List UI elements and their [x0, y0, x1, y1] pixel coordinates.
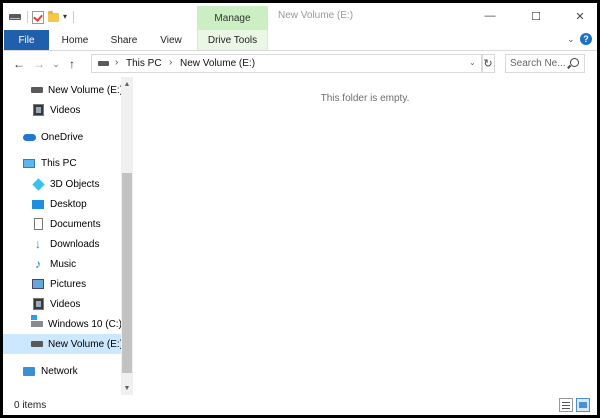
breadcrumb-separator[interactable]: › [115, 57, 118, 68]
help-button[interactable]: ? [580, 33, 592, 45]
nav-item-desktop[interactable]: Desktop [3, 194, 121, 214]
this-pc-icon [22, 156, 36, 170]
address-bar[interactable]: › This PC › New Volume (E:) ⌄ [91, 54, 483, 73]
tab-home[interactable]: Home [53, 30, 97, 50]
nav-item-pictures[interactable]: Pictures [3, 274, 121, 294]
address-dropdown[interactable]: ⌄ [469, 58, 476, 67]
window-title: New Volume (E:) [278, 10, 354, 21]
back-button[interactable]: ← [12, 56, 26, 72]
videos-icon [31, 297, 45, 311]
nav-item-label: New Volume (E:) [48, 338, 124, 350]
nav-item-this-pc[interactable]: This PC [3, 153, 121, 173]
nav-item-downloads[interactable]: ↓ Downloads [3, 234, 121, 254]
maximize-button[interactable]: ☐ [521, 6, 551, 26]
search-icon[interactable] [570, 58, 579, 67]
nav-item-new-volume-e[interactable]: New Volume (E:) [3, 80, 124, 100]
tab-share[interactable]: Share [103, 30, 145, 50]
minimize-button[interactable]: — [475, 6, 505, 26]
quick-access-toolbar: ▾ [9, 10, 75, 24]
tab-file[interactable]: File [4, 30, 49, 50]
nav-item-label: Windows 10 (C:) [48, 318, 122, 330]
forward-button[interactable]: → [32, 56, 46, 72]
downloads-icon: ↓ [35, 237, 41, 251]
scrollbar-thumb[interactable] [122, 173, 132, 373]
nav-item-label: Videos [50, 298, 81, 310]
3d-objects-icon [31, 177, 45, 191]
drive-icon [31, 337, 43, 351]
recent-locations-dropdown[interactable]: ⌄ [49, 56, 63, 72]
videos-icon [31, 103, 45, 117]
drive-icon [9, 14, 21, 20]
nav-item-onedrive[interactable]: OneDrive [3, 127, 121, 147]
tab-drive-tools[interactable]: Drive Tools [197, 30, 268, 50]
nav-item-label: Downloads [50, 238, 100, 250]
close-button[interactable]: ✕ [565, 6, 595, 26]
customize-qat-dropdown[interactable]: ▾ [63, 13, 67, 21]
search-input[interactable] [510, 57, 566, 70]
qat-divider [73, 11, 75, 23]
nav-item-network[interactable]: Network [3, 361, 121, 381]
item-count: 0 items [14, 400, 47, 411]
nav-item-label: Videos [50, 104, 81, 116]
title-bar: ▾ Manage New Volume (E:) — ☐ ✕ [3, 3, 597, 30]
navigation-bar: ← → ⌄ ↑ › This PC › New Volume (E:) ⌄ ↻ [3, 51, 597, 77]
details-view-button[interactable] [559, 398, 573, 412]
scroll-down-button[interactable]: ▼ [121, 381, 133, 395]
pictures-icon [31, 277, 45, 291]
refresh-button[interactable]: ↻ [481, 54, 495, 73]
new-folder-icon[interactable] [48, 10, 59, 22]
search-box[interactable] [505, 54, 585, 73]
file-list-area[interactable]: This folder is empty. [133, 77, 597, 395]
nav-item-3d-objects[interactable]: 3D Objects [3, 174, 121, 194]
drive-icon [31, 83, 43, 97]
documents-icon [31, 217, 45, 231]
large-icons-view-button[interactable] [576, 398, 590, 412]
nav-item-windows-c[interactable]: Windows 10 (C:) [3, 314, 122, 334]
nav-item-label: Network [41, 365, 78, 377]
music-icon: ♪ [35, 257, 41, 271]
ribbon-tabs: File Home Share View Drive Tools ⌄ ? [3, 30, 597, 51]
up-button[interactable]: ↑ [65, 56, 79, 72]
nav-item-new-volume-e-selected[interactable]: New Volume (E:) [3, 334, 124, 354]
status-bar: 0 items [3, 395, 597, 415]
nav-item-label: New Volume (E:) [48, 84, 124, 96]
nav-item-videos[interactable]: Videos [3, 294, 121, 314]
windows-drive-icon [31, 315, 43, 331]
navigation-pane: New Volume (E:) Videos OneDrive This PC … [3, 77, 133, 395]
drive-icon [98, 61, 109, 66]
nav-item-label: Music [50, 258, 77, 270]
desktop-icon [31, 197, 45, 211]
nav-item-label: Documents [50, 218, 101, 230]
nav-pane-scrollbar[interactable]: ▲ ▼ [121, 77, 133, 395]
breadcrumb-separator[interactable]: › [169, 57, 172, 68]
properties-icon[interactable] [32, 10, 44, 24]
empty-folder-message: This folder is empty. [320, 93, 410, 104]
tab-view[interactable]: View [151, 30, 191, 50]
nav-item-music[interactable]: ♪ Music [3, 254, 121, 274]
file-explorer-window: ▾ Manage New Volume (E:) — ☐ ✕ File Home… [3, 3, 597, 415]
breadcrumb-new-volume[interactable]: New Volume (E:) [180, 58, 255, 69]
qat-divider [27, 11, 28, 23]
manage-context-tab-header: Manage [197, 6, 268, 30]
expand-ribbon-button[interactable]: ⌄ [567, 34, 575, 45]
nav-item-label: OneDrive [41, 131, 84, 143]
breadcrumb-this-pc[interactable]: This PC [126, 58, 162, 69]
nav-item-label: Desktop [50, 198, 87, 210]
network-icon [22, 364, 36, 378]
nav-item-videos[interactable]: Videos [3, 100, 121, 120]
nav-item-label: 3D Objects [50, 178, 100, 190]
nav-item-documents[interactable]: Documents [3, 214, 121, 234]
nav-item-label: This PC [41, 157, 77, 169]
onedrive-icon [22, 130, 36, 144]
nav-item-label: Pictures [50, 278, 87, 290]
scroll-up-button[interactable]: ▲ [121, 77, 133, 91]
